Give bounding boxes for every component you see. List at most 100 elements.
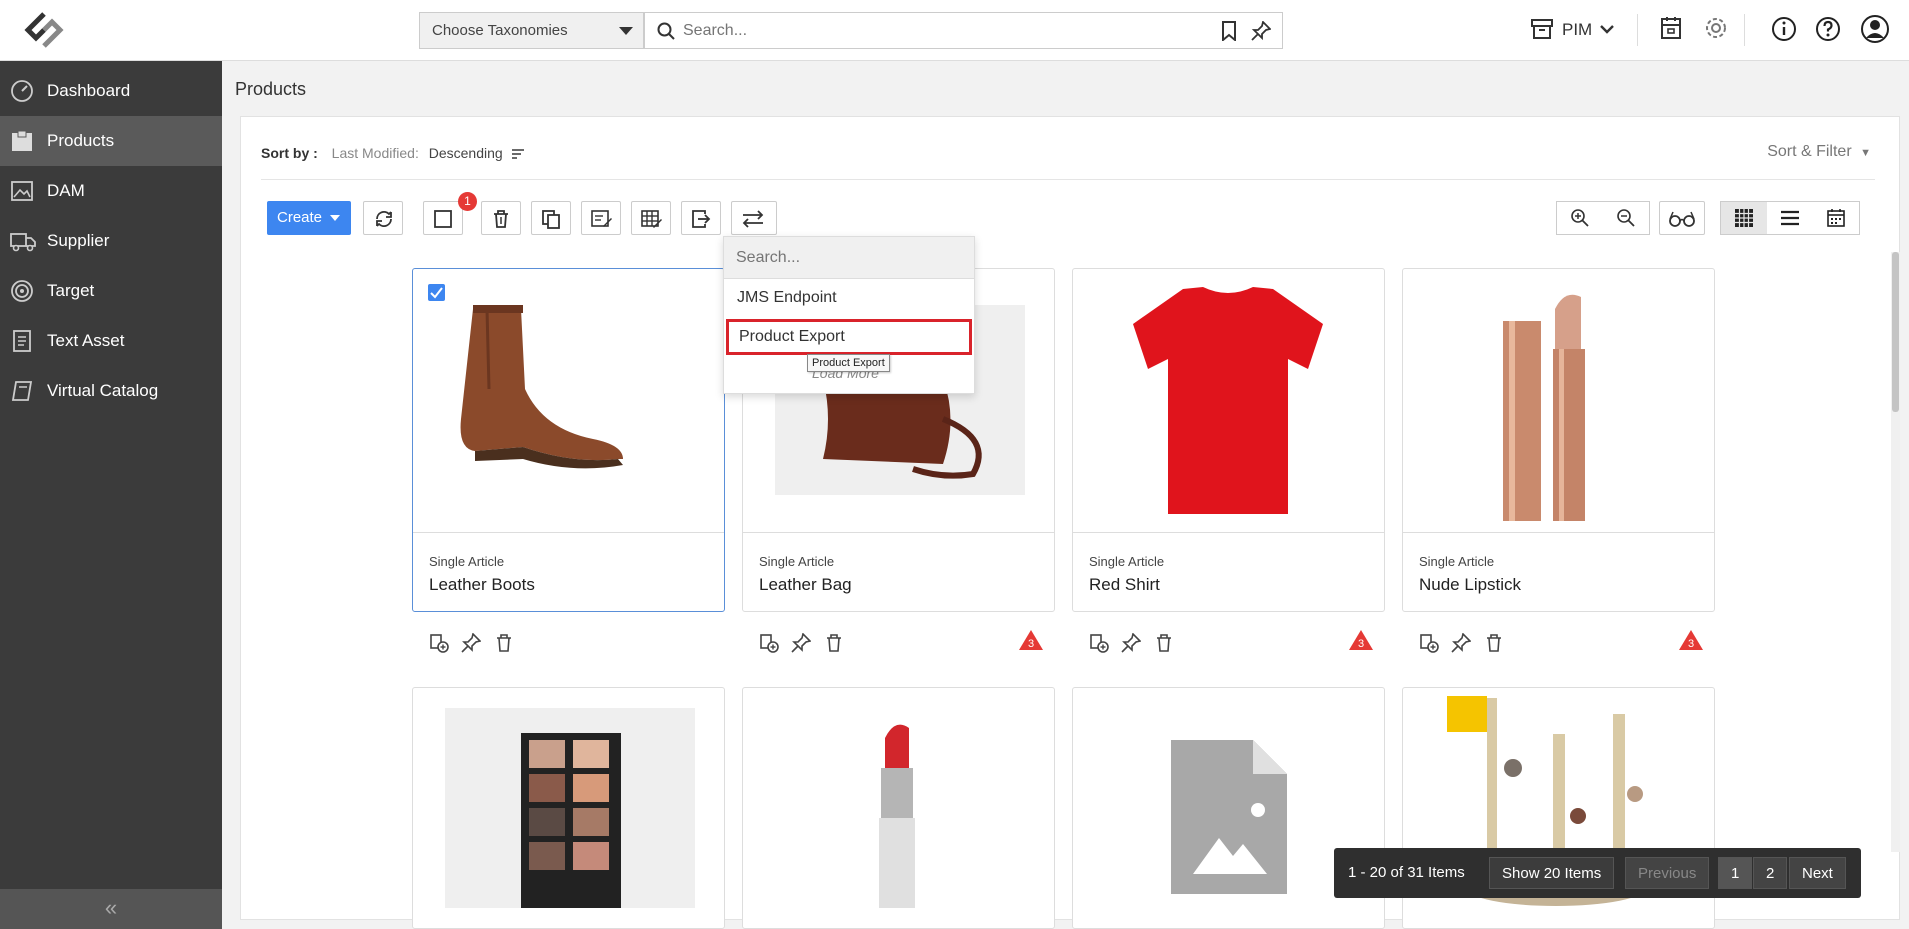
taxonomy-select-label: Choose Taxonomies — [432, 22, 568, 39]
product-card[interactable]: Single Article Nude Lipstick 3 — [1402, 268, 1715, 653]
copy-icon — [542, 210, 560, 229]
sort-order[interactable]: Descending — [429, 145, 503, 161]
catalog-icon — [11, 381, 33, 401]
sidebar-item-products[interactable]: Products — [0, 116, 222, 166]
trash-icon[interactable] — [1154, 633, 1174, 653]
zoom-controls — [1556, 201, 1650, 235]
sidebar-item-supplier[interactable]: Supplier — [0, 216, 222, 266]
swap-arrows-icon — [742, 210, 764, 228]
product-card[interactable] — [412, 687, 725, 929]
previous-page-button[interactable]: Previous — [1625, 857, 1710, 889]
app-switcher-label: PIM — [1562, 20, 1593, 39]
product-card[interactable]: Single Article Red Shirt 3 — [1072, 268, 1385, 653]
help-icon[interactable] — [1815, 16, 1841, 42]
sidebar-item-label: Virtual Catalog — [47, 381, 159, 400]
zoom-in-button[interactable] — [1557, 202, 1603, 234]
sort-filter-toggle[interactable]: Sort & Filter ▼ — [1767, 143, 1871, 161]
create-button[interactable]: Create — [267, 201, 351, 235]
sidebar-item-text-asset[interactable]: Text Asset — [0, 316, 222, 366]
product-name[interactable]: Red Shirt — [1089, 575, 1160, 595]
delete-button[interactable] — [481, 201, 521, 235]
zoom-out-button[interactable] — [1603, 202, 1649, 234]
table-edit-icon — [641, 210, 662, 228]
pagination-bar: 1 - 20 of 31 Items Show 20 Items Previou… — [1334, 848, 1861, 898]
warning-count: 3 — [1028, 638, 1034, 650]
scrollbar-thumb[interactable] — [1892, 252, 1899, 412]
product-name[interactable]: Nude Lipstick — [1419, 575, 1521, 595]
main-content: Products Sort by : Last Modified: Descen… — [222, 61, 1909, 929]
trash-icon[interactable] — [1484, 633, 1504, 653]
pin-icon[interactable] — [1121, 632, 1143, 653]
trash-icon[interactable] — [494, 633, 514, 653]
grid-view-button[interactable] — [1721, 202, 1767, 234]
calendar-view-button[interactable] — [1813, 202, 1859, 234]
sidebar-item-target[interactable]: Target — [0, 266, 222, 316]
app-logo[interactable] — [20, 12, 68, 48]
archive-icon[interactable] — [1660, 16, 1682, 40]
dropdown-search-input[interactable] — [736, 247, 956, 269]
pin-icon[interactable] — [1251, 21, 1271, 41]
copy-add-icon[interactable] — [1089, 633, 1109, 653]
warning-badge[interactable]: 3 — [1678, 629, 1704, 651]
trash-icon — [494, 210, 508, 228]
list-view-button[interactable] — [1767, 202, 1813, 234]
card-actions — [429, 632, 522, 658]
sidebar-item-dam[interactable]: DAM — [0, 166, 222, 216]
taxonomy-select[interactable]: Choose Taxonomies — [419, 12, 644, 49]
calendar-icon — [1827, 209, 1845, 227]
copy-button[interactable] — [531, 201, 571, 235]
copy-add-icon[interactable] — [759, 633, 779, 653]
sidebar-item-dashboard[interactable]: Dashboard — [0, 66, 222, 116]
next-page-button[interactable]: Next — [1789, 857, 1846, 889]
product-type: Single Article — [1089, 554, 1165, 569]
warning-badge[interactable]: 3 — [1348, 629, 1374, 651]
truck-icon — [10, 233, 36, 252]
page-button-1[interactable]: 1 — [1718, 857, 1753, 889]
page-size-select[interactable]: Show 20 Items — [1489, 857, 1615, 889]
gear-icon[interactable] — [1704, 16, 1728, 40]
sort-lines-icon[interactable] — [511, 148, 525, 160]
product-image — [1073, 269, 1384, 533]
caret-down-icon — [330, 215, 340, 221]
copy-add-icon[interactable] — [1419, 633, 1439, 653]
preview-button[interactable] — [1659, 201, 1705, 235]
product-name[interactable]: Leather Boots — [429, 575, 535, 595]
sort-filter-label: Sort & Filter — [1767, 143, 1852, 160]
pin-icon[interactable] — [461, 632, 483, 653]
sidebar-item-virtual-catalog[interactable]: Virtual Catalog — [0, 366, 222, 416]
copy-add-icon[interactable] — [429, 633, 449, 653]
product-card[interactable]: Single Article Leather Boots — [412, 268, 725, 653]
export-button[interactable] — [681, 201, 721, 235]
vertical-scrollbar[interactable] — [1891, 252, 1900, 852]
refresh-button[interactable] — [363, 201, 403, 235]
page-button-2[interactable]: 2 — [1753, 857, 1788, 889]
product-type: Single Article — [429, 554, 505, 569]
double-chevron-left-icon: « — [104, 895, 118, 920]
dropdown-option-product-export[interactable]: Product Export — [726, 319, 972, 355]
product-checkbox[interactable] — [428, 284, 445, 301]
select-all-button[interactable]: 1 — [423, 192, 477, 235]
card-actions — [1419, 632, 1512, 658]
bookmark-icon[interactable] — [1221, 21, 1237, 41]
trash-icon[interactable] — [824, 633, 844, 653]
eyeshadow-image — [445, 708, 695, 908]
product-image — [413, 269, 724, 533]
sidebar-collapse-button[interactable]: « — [0, 889, 222, 929]
warning-badge[interactable]: 3 — [1018, 629, 1044, 651]
export-icon — [692, 210, 711, 228]
pin-icon[interactable] — [791, 632, 813, 653]
pin-icon[interactable] — [1451, 632, 1473, 653]
sort-field[interactable]: Last Modified: — [332, 145, 419, 161]
info-icon[interactable] — [1771, 16, 1797, 42]
transfer-button[interactable] — [731, 201, 777, 235]
chevron-down-icon — [1600, 25, 1614, 34]
global-search — [644, 12, 1283, 49]
dropdown-option-jms-endpoint[interactable]: JMS Endpoint — [737, 289, 837, 307]
user-avatar-icon[interactable] — [1860, 14, 1890, 44]
bulk-edit-button[interactable] — [581, 201, 621, 235]
shirt-image — [1133, 287, 1323, 514]
product-card[interactable] — [742, 687, 1055, 929]
product-name[interactable]: Leather Bag — [759, 575, 852, 595]
table-edit-button[interactable] — [631, 201, 671, 235]
global-search-input[interactable] — [683, 19, 1203, 43]
